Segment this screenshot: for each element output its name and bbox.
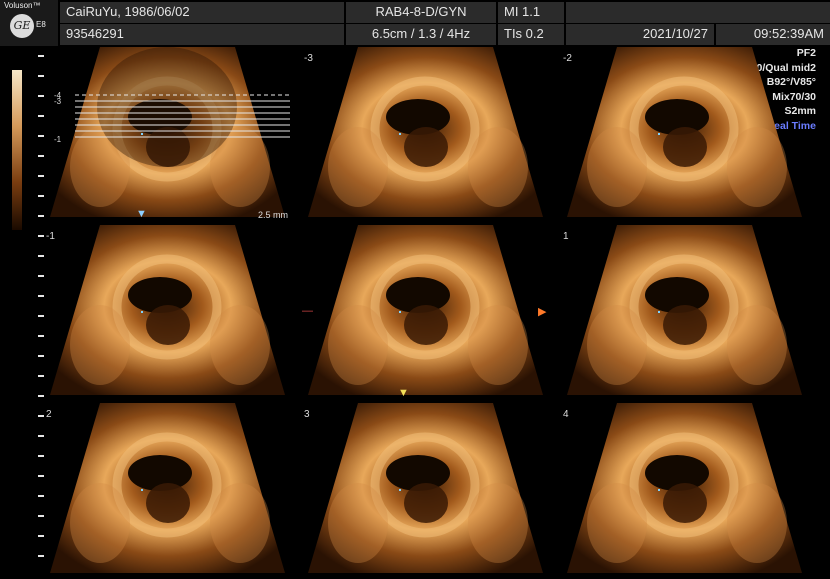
slice-panel[interactable]: -3: [298, 47, 553, 217]
axis-marker-red-icon[interactable]: —: [302, 305, 313, 317]
ultrasound-slice-image: [50, 403, 285, 573]
tis-value: TIs 0.2: [498, 24, 564, 45]
patient-id: 93546291: [60, 24, 344, 45]
ge-logo-icon: GE: [10, 14, 34, 38]
center-marker: [141, 133, 143, 135]
slice-panel[interactable]: -2: [557, 47, 812, 217]
slice-index-label: 4: [563, 409, 569, 420]
ultrasound-slice-image: [50, 225, 285, 395]
slice-panel[interactable]: -1: [40, 225, 295, 395]
overview-plane-label: -1: [54, 135, 62, 144]
center-marker: [399, 133, 401, 135]
slice-index-label: 3: [304, 409, 310, 420]
slice-panel[interactable]: -4 -3 -1: [40, 47, 295, 217]
slice-panel[interactable]: [298, 225, 553, 395]
patient-name: CaiRuYu, 1986/06/02: [60, 2, 344, 23]
slice-index-label: -1: [46, 231, 55, 242]
ultrasound-slice-image: [567, 403, 802, 573]
center-marker: [399, 311, 401, 313]
center-marker: [658, 133, 660, 135]
ultrasound-slice-image: [308, 225, 543, 395]
slice-index-label: -3: [304, 53, 313, 64]
header-blank: [566, 2, 830, 23]
slice-panel[interactable]: 1: [557, 225, 812, 395]
center-marker: [658, 489, 660, 491]
slice-distance: 2.5 mm: [258, 210, 289, 220]
slice-index-label: 2: [46, 409, 52, 420]
center-marker: [141, 311, 143, 313]
center-marker: [399, 489, 401, 491]
exam-date: 2021/10/27: [566, 24, 714, 45]
ultrasound-slice-image: [567, 225, 802, 395]
overview-plane-label: -3: [54, 97, 62, 106]
ultrasound-slice-image: [308, 403, 543, 573]
model-name: E8: [36, 20, 46, 29]
slice-index-label: 1: [563, 231, 569, 242]
grayscale-map-bar: [12, 70, 22, 230]
header-bar: Voluson™ GE E8 CaiRuYu, 1986/06/02 93546…: [0, 0, 830, 46]
ultrasound-slice-image: [50, 47, 290, 217]
slice-panel[interactable]: 3: [298, 403, 553, 573]
center-marker: [141, 489, 143, 491]
mi-value: MI 1.1: [498, 2, 564, 23]
ultrasound-slice-image: [308, 47, 543, 217]
axis-marker-blue-icon[interactable]: ▼: [136, 208, 147, 220]
probe-name: RAB4-8-D/GYN: [346, 2, 496, 23]
axis-marker-orange-icon[interactable]: ▶: [538, 305, 546, 318]
exam-time: 09:52:39AM: [716, 24, 830, 45]
center-marker: [658, 311, 660, 313]
slice-index-label: -2: [563, 53, 572, 64]
axis-marker-yellow-icon[interactable]: ▼: [398, 387, 409, 399]
brand-name: Voluson™: [4, 1, 41, 10]
ultrasound-slice-image: [567, 47, 802, 217]
depth-info: 6.5cm / 1.3 / 4Hz: [346, 24, 496, 45]
slice-panel[interactable]: 4: [557, 403, 812, 573]
slice-panel[interactable]: 2: [40, 403, 295, 573]
depth-tick: [38, 395, 44, 397]
brand-block: Voluson™ GE E8: [0, 0, 58, 46]
